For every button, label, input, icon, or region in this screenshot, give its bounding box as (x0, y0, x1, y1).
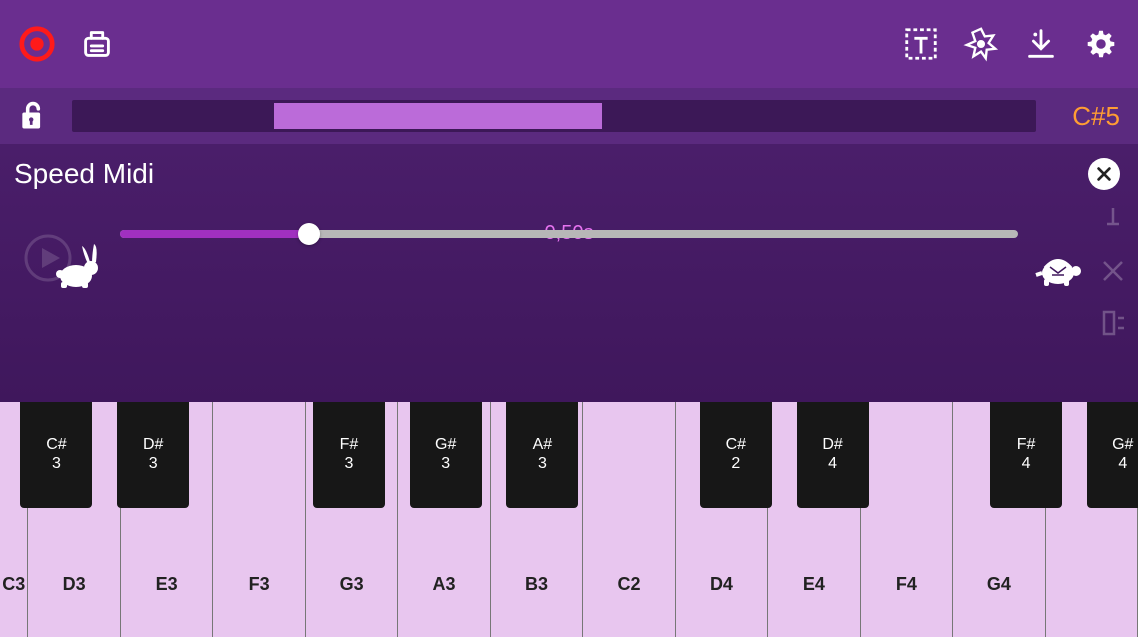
note-range-bar: C#5 (0, 88, 1138, 144)
side-controls (1098, 204, 1128, 338)
slider-fill (120, 230, 309, 238)
black-key-note: G# (1112, 436, 1133, 454)
white-key-label: F4 (896, 574, 917, 595)
black-key-note: C# (46, 436, 66, 454)
turtle-icon (1034, 244, 1084, 294)
black-key[interactable]: F#4 (990, 402, 1062, 508)
black-key-note: A# (533, 436, 553, 454)
black-key-octave: 3 (52, 455, 61, 473)
mute-icon[interactable] (1098, 256, 1128, 286)
white-key-label: D3 (63, 574, 86, 595)
black-key-octave: 3 (538, 455, 547, 473)
black-key[interactable]: D#3 (117, 402, 189, 508)
black-key-note: D# (143, 436, 163, 454)
text-tool-icon[interactable] (902, 25, 940, 63)
black-key[interactable]: G#4 (1087, 402, 1138, 508)
marker-icon[interactable] (1098, 204, 1128, 234)
black-key-note: F# (1017, 436, 1036, 454)
black-key[interactable]: G#3 (410, 402, 482, 508)
black-key[interactable]: C#3 (20, 402, 92, 508)
white-key-label: A3 (433, 574, 456, 595)
black-key-note: F# (340, 436, 359, 454)
keyboard-range-slider[interactable] (72, 100, 1036, 132)
white-key-label: E4 (803, 574, 825, 595)
white-key[interactable]: F3 (213, 402, 305, 637)
white-key-label: E3 (156, 574, 178, 595)
top-toolbar (0, 0, 1138, 88)
white-key-label: C2 (617, 574, 640, 595)
dialog-title: Speed Midi (0, 144, 1138, 190)
black-key-octave: 4 (1118, 455, 1127, 473)
black-key[interactable]: C#2 (700, 402, 772, 508)
record-button[interactable] (18, 25, 56, 63)
speed-slider[interactable] (120, 230, 1018, 238)
black-key-note: G# (435, 436, 456, 454)
white-key-label: C3 (2, 574, 25, 595)
rabbit-icon (54, 240, 104, 290)
current-note-label: C#5 (1060, 101, 1120, 132)
white-key-label: D4 (710, 574, 733, 595)
effects-icon[interactable] (962, 25, 1000, 63)
black-key-octave: 3 (441, 455, 450, 473)
slider-track (120, 230, 1018, 238)
black-key-octave: 4 (1022, 455, 1031, 473)
close-icon (1095, 165, 1113, 183)
black-key-note: C# (726, 436, 746, 454)
download-icon[interactable] (1022, 25, 1060, 63)
white-key-label: G4 (987, 574, 1011, 595)
black-key[interactable]: F#3 (313, 402, 385, 508)
black-key[interactable]: A#3 (506, 402, 578, 508)
slider-thumb[interactable] (298, 223, 320, 245)
close-button[interactable] (1088, 158, 1120, 190)
black-key-octave: 2 (731, 455, 740, 473)
settings-icon[interactable] (1082, 25, 1120, 63)
black-key-octave: 3 (149, 455, 158, 473)
white-key-label: B3 (525, 574, 548, 595)
piano-keyboard: C3D3E3F3G3A3B3C2D4E4F4G4C#3D#3F#3G#3A#3C… (0, 402, 1138, 637)
black-key-octave: 4 (828, 455, 837, 473)
white-key[interactable]: C2 (583, 402, 675, 637)
black-key-octave: 3 (344, 455, 353, 473)
midi-device-icon[interactable] (78, 25, 116, 63)
black-key-note: D# (822, 436, 842, 454)
black-key[interactable]: D#4 (797, 402, 869, 508)
split-icon[interactable] (1098, 308, 1128, 338)
white-key-label: F3 (249, 574, 270, 595)
white-key-label: G3 (340, 574, 364, 595)
white-key[interactable]: F4 (861, 402, 953, 637)
speed-midi-dialog: Speed Midi 0,50s (0, 144, 1138, 402)
keyboard-range-fill (274, 103, 602, 129)
unlock-icon[interactable] (18, 100, 48, 132)
